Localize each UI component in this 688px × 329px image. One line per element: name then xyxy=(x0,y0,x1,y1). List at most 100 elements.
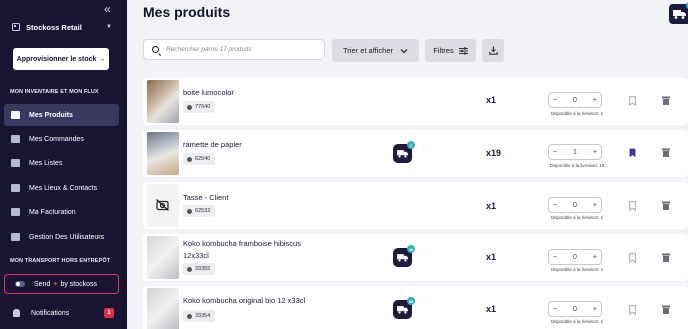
truck-count-badge: 1 xyxy=(407,141,415,149)
invoice-icon xyxy=(11,208,20,216)
delivery-cart-button[interactable] xyxy=(669,2,688,24)
sidebar-item-label: Gestion Des Utilisateurs xyxy=(29,233,105,241)
product-name: boite lumocolor xyxy=(183,88,234,97)
bookmark-icon[interactable] xyxy=(629,253,636,263)
truck-icon xyxy=(397,150,408,158)
org-name: Stockoss Retail xyxy=(26,22,82,32)
bell-icon xyxy=(13,309,20,317)
sku-tag: 77640 xyxy=(183,101,216,113)
plus-icon[interactable]: + xyxy=(593,202,597,209)
sidebar-item-label: Mes Produits xyxy=(29,111,73,119)
cart-icon xyxy=(11,135,20,143)
product-row[interactable]: boite lumocolor 77640 x1 − 0 + Disponibl… xyxy=(143,78,688,125)
sku-tag: 33355 xyxy=(183,263,216,275)
quantity-in-stock: x1 xyxy=(486,95,497,105)
stepper-value[interactable]: 0 xyxy=(573,202,577,209)
quantity-stepper[interactable]: − 1 + xyxy=(548,144,602,160)
delivery-truck-button[interactable]: 46 xyxy=(393,245,415,267)
quantity-stepper[interactable]: − 0 + xyxy=(548,92,602,108)
quantity-stepper[interactable]: − 0 + xyxy=(548,249,602,265)
available-for-delivery: Disponible à la livraison: 1 xyxy=(550,215,604,220)
available-for-delivery: Disponible à la livraison: 19 xyxy=(549,163,605,168)
product-row[interactable]: ramette de papier 62540 1 x19 − 1 + Disp… xyxy=(143,130,688,177)
product-image-placeholder xyxy=(147,184,179,227)
sidebar-item-orders[interactable]: Mes Commandes xyxy=(4,128,119,150)
available-for-delivery: Disponible à la livraison: 1 xyxy=(550,319,604,324)
sidebar-item-lists[interactable]: Mes Listes xyxy=(4,152,119,174)
product-name: Tasse - Client xyxy=(183,193,229,202)
stepper-value[interactable]: 1 xyxy=(573,149,577,156)
download-button[interactable] xyxy=(482,39,504,62)
org-selector[interactable]: Stockoss Retail ▼ xyxy=(12,20,112,34)
trash-icon[interactable] xyxy=(662,148,670,157)
sku-value: 62532 xyxy=(195,208,211,214)
send-by-stockoss-toggle[interactable]: Send + by stockoss xyxy=(4,274,119,294)
section-transport-heading: MON TRANSPORT HORS ENTREPÔT xyxy=(10,258,111,264)
stepper-value[interactable]: 0 xyxy=(573,97,577,104)
delivery-truck-button[interactable]: 1 xyxy=(393,141,415,163)
filters-button[interactable]: Filtres xyxy=(425,39,476,62)
plus-icon[interactable]: + xyxy=(593,149,597,156)
sidebar-item-products[interactable]: Mes Produits xyxy=(4,104,119,126)
bookmark-filled-icon[interactable] xyxy=(629,148,636,158)
product-row[interactable]: Koko kombucha original bio 12 x33cl 3335… xyxy=(143,286,688,329)
trash-icon[interactable] xyxy=(662,96,670,105)
product-name: ramette de papier xyxy=(183,140,242,149)
sort-label: Trier et afficher xyxy=(342,46,394,55)
minus-icon[interactable]: − xyxy=(553,254,557,261)
barcode-icon xyxy=(187,266,192,272)
bookmark-icon[interactable] xyxy=(629,201,636,211)
sidebar-item-label: Mes Listes xyxy=(29,159,63,167)
product-row[interactable]: Tasse - Client 62532 x1 − 0 + Disponible… xyxy=(143,182,688,229)
barcode-icon xyxy=(187,156,192,162)
send-suffix: by stockoss xyxy=(60,280,98,288)
sidebar: « Stockoss Retail ▼ Approvisionner le st… xyxy=(0,0,127,329)
plus-icon[interactable]: + xyxy=(593,97,597,104)
notifications-count-badge: 1 xyxy=(104,308,114,318)
search-input[interactable] xyxy=(166,46,316,53)
restock-button[interactable]: Approvisionner le stock → xyxy=(13,48,109,70)
sort-display-button[interactable]: Trier et afficher xyxy=(332,39,419,62)
plus-icon[interactable]: + xyxy=(593,254,597,261)
sidebar-item-notifications[interactable]: Notifications 1 xyxy=(4,303,119,323)
search-bar[interactable] xyxy=(143,39,325,60)
quantity-stepper[interactable]: − 0 + xyxy=(548,301,602,317)
product-name: Koko kombucha framboise hibiscus xyxy=(183,239,301,248)
send-label: Send xyxy=(34,280,51,288)
plus-icon[interactable]: + xyxy=(593,306,597,313)
filters-label: Filtres xyxy=(433,46,454,55)
truck-count-badge: 58 xyxy=(407,297,415,305)
stepper-value[interactable]: 0 xyxy=(573,306,577,313)
quantity-in-stock: x1 xyxy=(486,201,497,211)
toggle-switch-icon[interactable] xyxy=(15,281,25,287)
minus-icon[interactable]: − xyxy=(553,202,557,209)
user-gear-icon xyxy=(11,233,20,241)
bookmark-icon[interactable] xyxy=(629,96,636,106)
sidebar-item-billing[interactable]: Ma Facturation xyxy=(4,201,119,223)
sliders-icon xyxy=(458,46,468,55)
sidebar-item-places-contacts[interactable]: Mes Lieux & Contacts xyxy=(4,177,119,199)
minus-icon[interactable]: − xyxy=(553,97,557,104)
download-icon xyxy=(488,46,498,55)
trash-icon[interactable] xyxy=(662,305,670,314)
minus-icon[interactable]: − xyxy=(553,149,557,156)
sidebar-item-label: Mes Commandes xyxy=(29,135,84,143)
notifications-label: Notifications xyxy=(31,309,70,317)
sku-value: 33355 xyxy=(195,266,211,272)
delivery-truck-button[interactable]: 58 xyxy=(393,297,415,319)
section-inventory-heading: MON INVENTAIRE ET MON FLUX xyxy=(10,89,99,95)
collapse-sidebar-icon[interactable]: « xyxy=(104,3,111,15)
stepper-value[interactable]: 0 xyxy=(573,254,577,261)
trash-icon[interactable] xyxy=(662,253,670,262)
bookmark-icon[interactable] xyxy=(629,305,636,315)
product-image xyxy=(147,80,179,123)
no-image-icon xyxy=(156,199,169,211)
minus-icon[interactable]: − xyxy=(553,306,557,313)
sidebar-item-users[interactable]: Gestion Des Utilisateurs xyxy=(4,226,119,248)
truck-icon xyxy=(397,306,408,314)
available-for-delivery: Disponible à la livraison: 1 xyxy=(550,267,604,272)
product-row[interactable]: Koko kombucha framboise hibiscus 12x33cl… xyxy=(143,234,688,281)
truck-icon xyxy=(673,10,686,19)
trash-icon[interactable] xyxy=(662,201,670,210)
quantity-stepper[interactable]: − 0 + xyxy=(548,197,602,213)
